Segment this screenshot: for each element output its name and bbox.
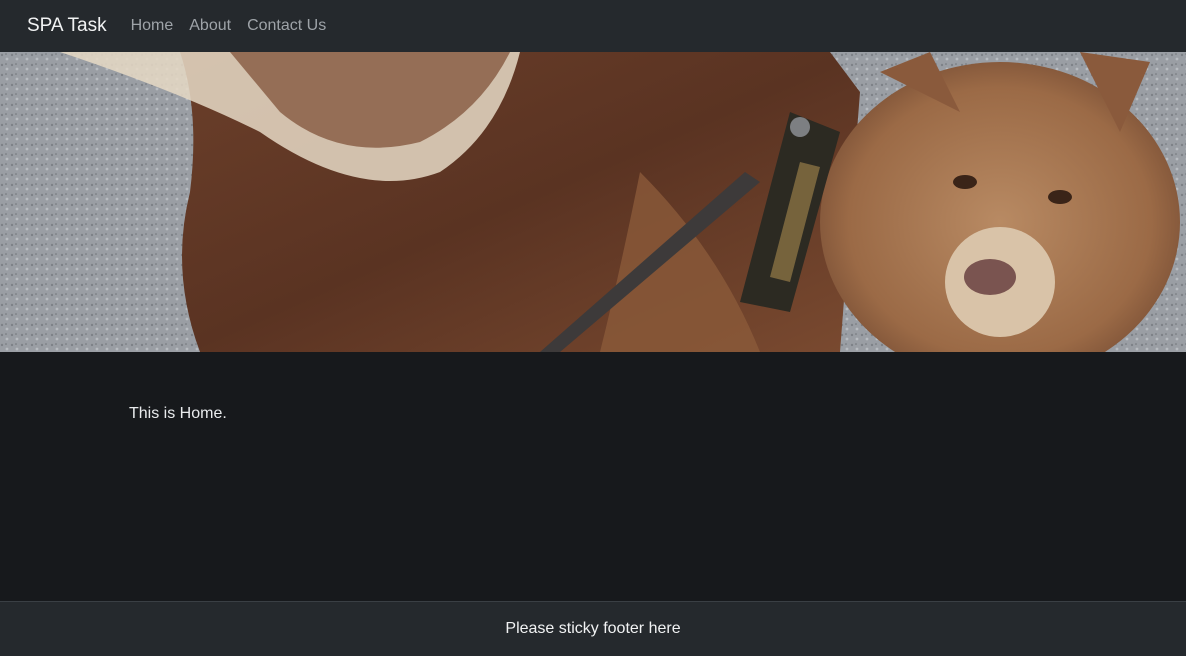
footer-text: Please sticky footer here xyxy=(505,620,681,637)
main-content: This is Home. xyxy=(0,352,1186,601)
navbar-brand[interactable]: SPA Task xyxy=(27,15,107,37)
footer: Please sticky footer here xyxy=(0,601,1186,656)
nav-link-about[interactable]: About xyxy=(189,17,231,35)
dog-photo xyxy=(0,52,1186,352)
nav-link-contact-us[interactable]: Contact Us xyxy=(247,17,326,35)
hero-image xyxy=(0,52,1186,352)
main-text: This is Home. xyxy=(129,405,227,422)
navbar: SPA Task Home About Contact Us xyxy=(0,0,1186,52)
nav-link-home[interactable]: Home xyxy=(131,17,174,35)
